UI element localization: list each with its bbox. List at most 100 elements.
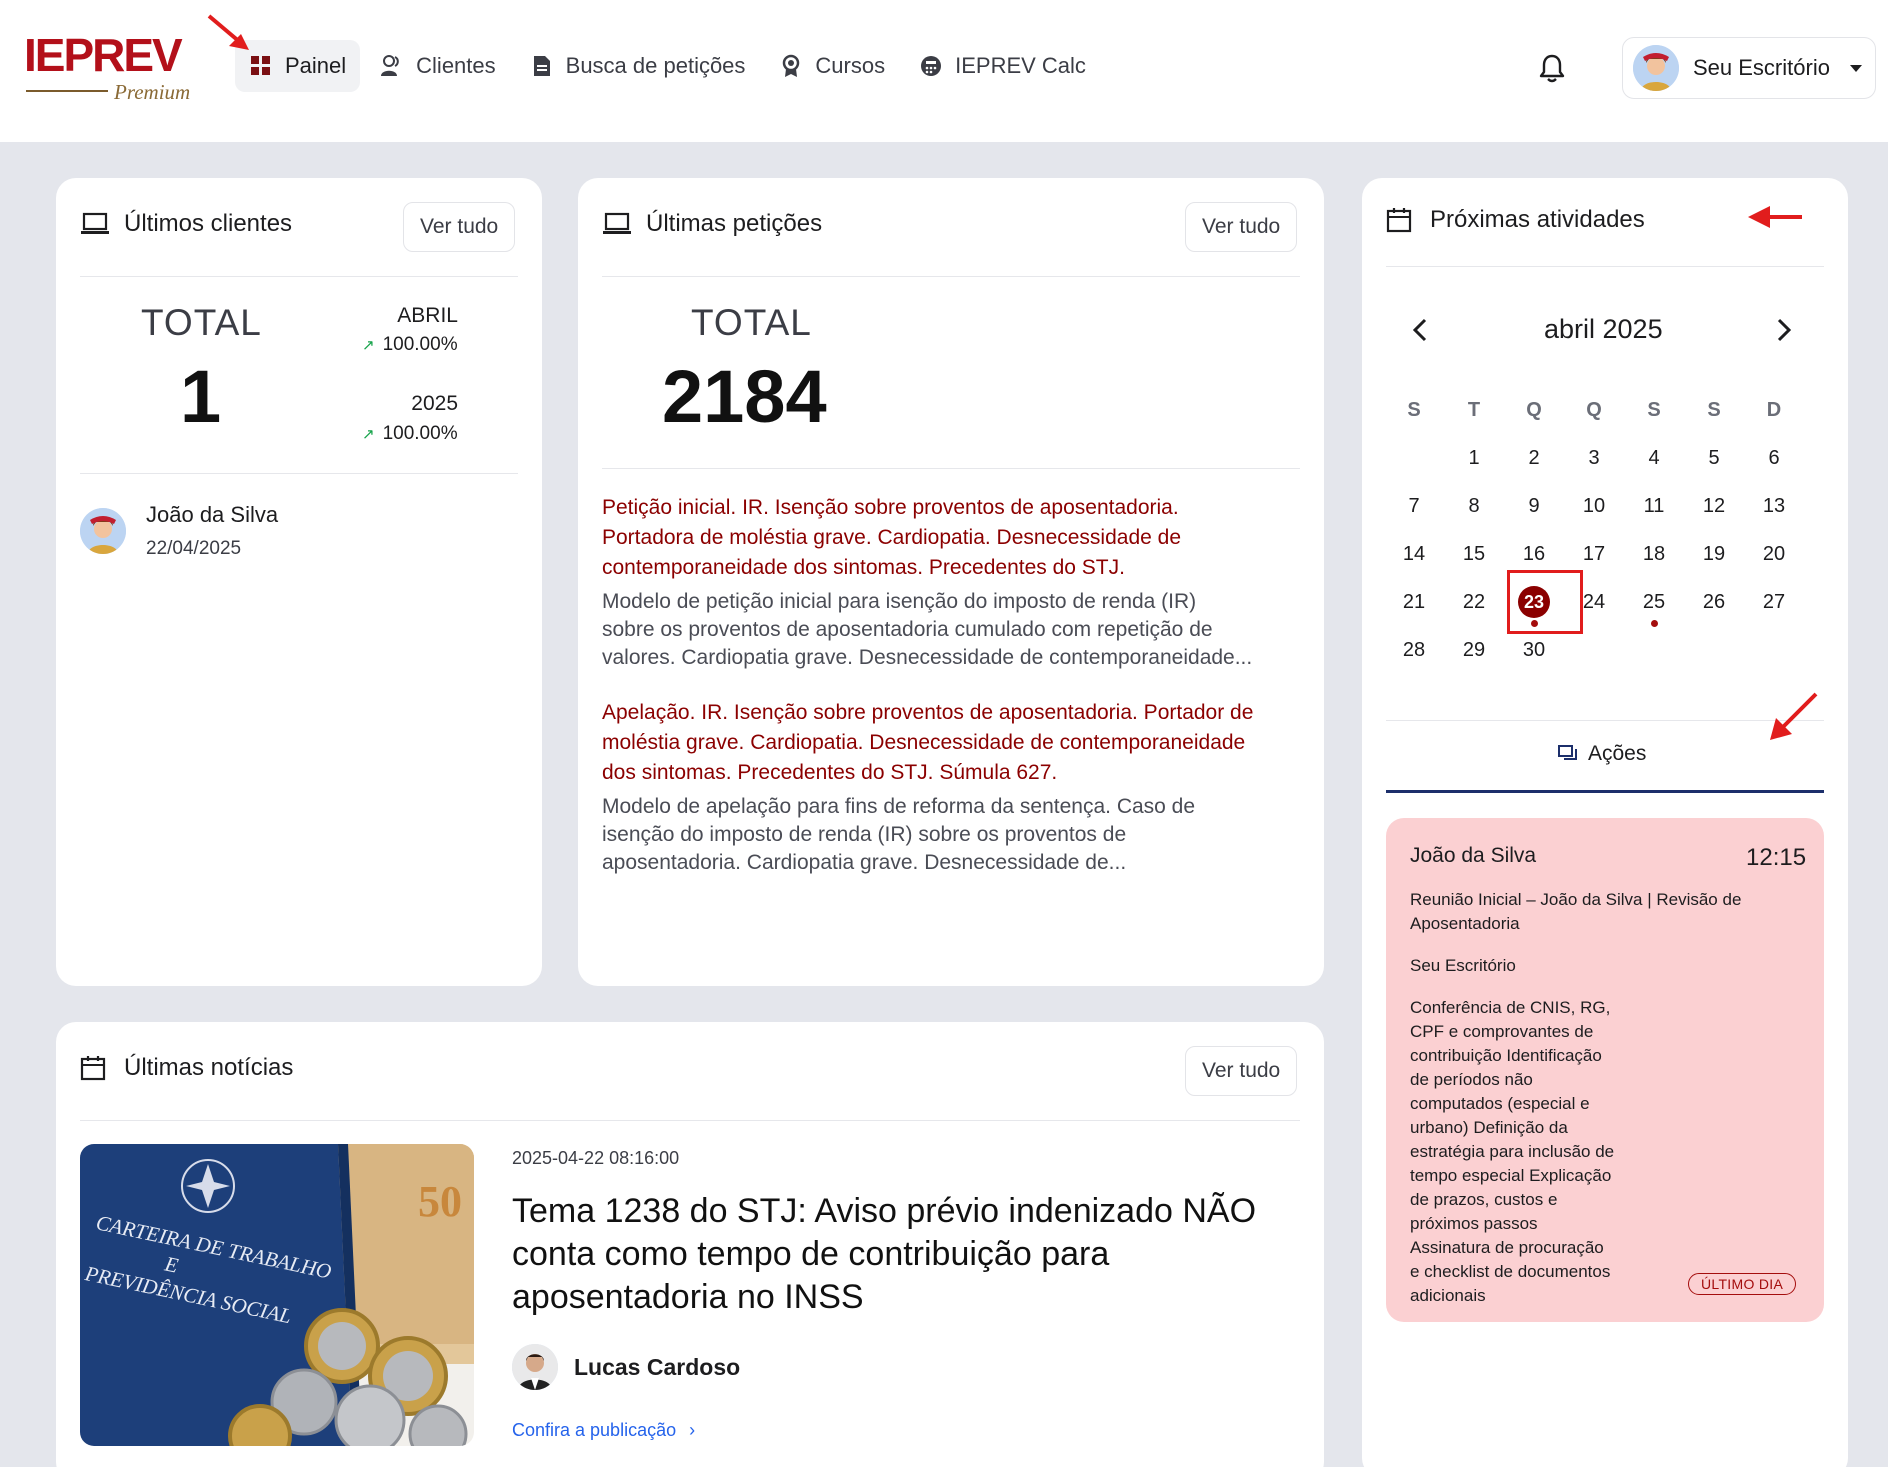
nav-item-clientes[interactable]: Clientes [366, 40, 509, 92]
nav-item-cursos[interactable]: Cursos [765, 40, 899, 92]
brand-tier: Premium [114, 80, 191, 104]
calendar-day-6[interactable]: 6 [1744, 438, 1804, 478]
text-line: moléstia grave. Cardiopatia. Desnecessid… [602, 731, 1246, 754]
text-line: computados (especial e [1410, 1094, 1590, 1113]
news-read-more-link[interactable]: Confira a publicação › [512, 1420, 695, 1441]
document-icon [530, 54, 554, 78]
banknote-value: 50 [418, 1177, 462, 1226]
petition-title-link[interactable]: Apelação. IR. Isenção sobre proventos de… [602, 698, 1312, 788]
text-line: Modelo de petição inicial para isenção d… [602, 590, 1197, 613]
text-line: de períodos não [1410, 1070, 1533, 1089]
calendar-day-3[interactable]: 3 [1564, 438, 1624, 478]
text-line: Reunião Inicial – João da Silva | Revisã… [1410, 890, 1742, 909]
calendar-day-13[interactable]: 13 [1744, 486, 1804, 526]
main-nav: Painel Clientes Busca de petições Cursos… [235, 40, 1100, 92]
petition-description: Modelo de apelação para fins de reforma … [602, 793, 1312, 877]
text-line: valores. Cardiopatia grave. Desnecessida… [602, 646, 1253, 669]
calendar-day-26[interactable]: 26 [1684, 582, 1744, 622]
activity-time: 12:15 [1746, 844, 1807, 871]
activity-item[interactable]: João da Silva 12:15 Reunião Inicial – Jo… [1386, 818, 1824, 1322]
weekday-header: Q [1526, 398, 1542, 421]
calendar-day-1[interactable]: 1 [1444, 438, 1504, 478]
calendar-day-15[interactable]: 15 [1444, 534, 1504, 574]
petition-description: Modelo de petição inicial para isenção d… [602, 588, 1312, 672]
weekday-header: S [1707, 398, 1721, 421]
user-menu-button[interactable]: Seu Escritório [1622, 37, 1876, 99]
calendar-day-30[interactable]: 30 [1504, 630, 1564, 670]
period-pct-year: ↗ 100.00% [362, 423, 458, 445]
calendar-day-23[interactable]: 23 [1504, 582, 1564, 622]
calendar-day-22[interactable]: 22 [1444, 582, 1504, 622]
calendar-day-5[interactable]: 5 [1684, 438, 1744, 478]
text-line: contemporaneidade dos sintomas. Preceden… [602, 556, 1125, 579]
clients-card: Últimos clientes Ver tudo TOTAL 1 ABRIL … [56, 178, 542, 986]
bell-icon [1539, 54, 1565, 83]
calendar-day-16[interactable]: 16 [1504, 534, 1564, 574]
grid-icon [249, 54, 273, 78]
tab-acoes[interactable]: Ações [1558, 742, 1646, 766]
calendar-grid: S T Q Q S S D 1 2 3 4 5 6 7 8 9 10 11 12 13 14 15 16 17 18 19 20 21… [1362, 178, 1848, 698]
calendar-day-20[interactable]: 20 [1744, 534, 1804, 574]
status-badge: ÚLTIMO DIA [1688, 1273, 1797, 1295]
calendar-day-29[interactable]: 29 [1444, 630, 1504, 670]
nav-item-busca-peticoes[interactable]: Busca de petições [516, 40, 760, 92]
petition-title-link[interactable]: Petição inicial. IR. Isenção sobre prove… [602, 493, 1302, 583]
text-line: Apelação. IR. Isenção sobre proventos de… [602, 701, 1254, 724]
divider [80, 1120, 1300, 1121]
calendar-day-18[interactable]: 18 [1624, 534, 1684, 574]
petitions-card-header: Últimas petições [602, 210, 822, 238]
calendar-day-28[interactable]: 28 [1384, 630, 1444, 670]
calendar-day-7[interactable]: 7 [1384, 486, 1444, 526]
activity-title: Reunião Inicial – João da Silva | Revisã… [1410, 888, 1810, 936]
notifications-button[interactable] [1534, 50, 1570, 86]
period-label-year: 2025 [411, 392, 458, 415]
nav-label: Clientes [416, 53, 496, 78]
calendar-day-25[interactable]: 25 [1624, 582, 1684, 622]
calendar-day-11[interactable]: 11 [1624, 486, 1684, 526]
calendar-day-8[interactable]: 8 [1444, 486, 1504, 526]
text-line: isenção do imposto de renda (IR) sobre o… [602, 823, 1127, 846]
weekday-header: S [1407, 398, 1421, 421]
avatar [1633, 45, 1679, 91]
users-icon [380, 54, 404, 78]
divider [1386, 720, 1824, 721]
calendar-day-19[interactable]: 19 [1684, 534, 1744, 574]
calendar-day-27[interactable]: 27 [1744, 582, 1804, 622]
text-line: tempo especial Explicação [1410, 1166, 1612, 1185]
annotation-arrow-icon [207, 14, 249, 50]
calendar-icon [80, 1055, 110, 1081]
news-thumbnail[interactable]: 50 CARTEIRA DE TRABALHO E PREVIDÊNCIA SO… [80, 1144, 474, 1446]
petitions-see-all-button[interactable]: Ver tudo [1185, 202, 1298, 252]
period-pct-month: ↗ 100.00% [362, 334, 458, 356]
calendar-day-14[interactable]: 14 [1384, 534, 1444, 574]
clients-see-all-button[interactable]: Ver tudo [403, 202, 516, 252]
nav-item-ieprev-calc[interactable]: IEPREV Calc [905, 40, 1100, 92]
text-line: de prazos, custos e [1410, 1190, 1558, 1209]
brand-logo[interactable]: IEPREV Premium [24, 30, 204, 106]
calendar-day-4[interactable]: 4 [1624, 438, 1684, 478]
tab-underline [1386, 790, 1824, 793]
news-title-link[interactable]: Tema 1238 do STJ: Aviso prévio indenizad… [512, 1190, 1292, 1319]
calendar-day-21[interactable]: 21 [1384, 582, 1444, 622]
office-name: Seu Escritório [1693, 55, 1830, 80]
tab-label: Ações [1588, 742, 1647, 765]
calendar-day-10[interactable]: 10 [1564, 486, 1624, 526]
text-line: Portadora de moléstia grave. Cardiopatia… [602, 526, 1182, 549]
divider [80, 473, 518, 474]
text-line: estratégia para inclusão de [1410, 1142, 1615, 1161]
list-item[interactable]: João da Silva 22/04/2025 [80, 502, 278, 560]
top-header: IEPREV Premium Painel Clientes Busca de … [0, 0, 1888, 142]
calendar-day-12[interactable]: 12 [1684, 486, 1744, 526]
text-line: aposentadoria no INSS [512, 1278, 864, 1316]
activity-client: João da Silva [1410, 844, 1537, 867]
text-line: aposentadoria. Cardiopatia grave. Desnec… [602, 851, 1127, 874]
text-line: conta como tempo de contribuição para [512, 1235, 1110, 1273]
calendar-day-24[interactable]: 24 [1564, 582, 1624, 622]
calendar-day-17[interactable]: 17 [1564, 534, 1624, 574]
petitions-card: Últimas petições Ver tudo TOTAL 2184 Pet… [578, 178, 1324, 986]
nav-item-painel[interactable]: Painel [235, 40, 361, 92]
news-see-all-button[interactable]: Ver tudo [1185, 1046, 1298, 1096]
calendar-day-9[interactable]: 9 [1504, 486, 1564, 526]
calendar-day-2[interactable]: 2 [1504, 438, 1564, 478]
card-title: Últimas notícias [124, 1054, 294, 1081]
